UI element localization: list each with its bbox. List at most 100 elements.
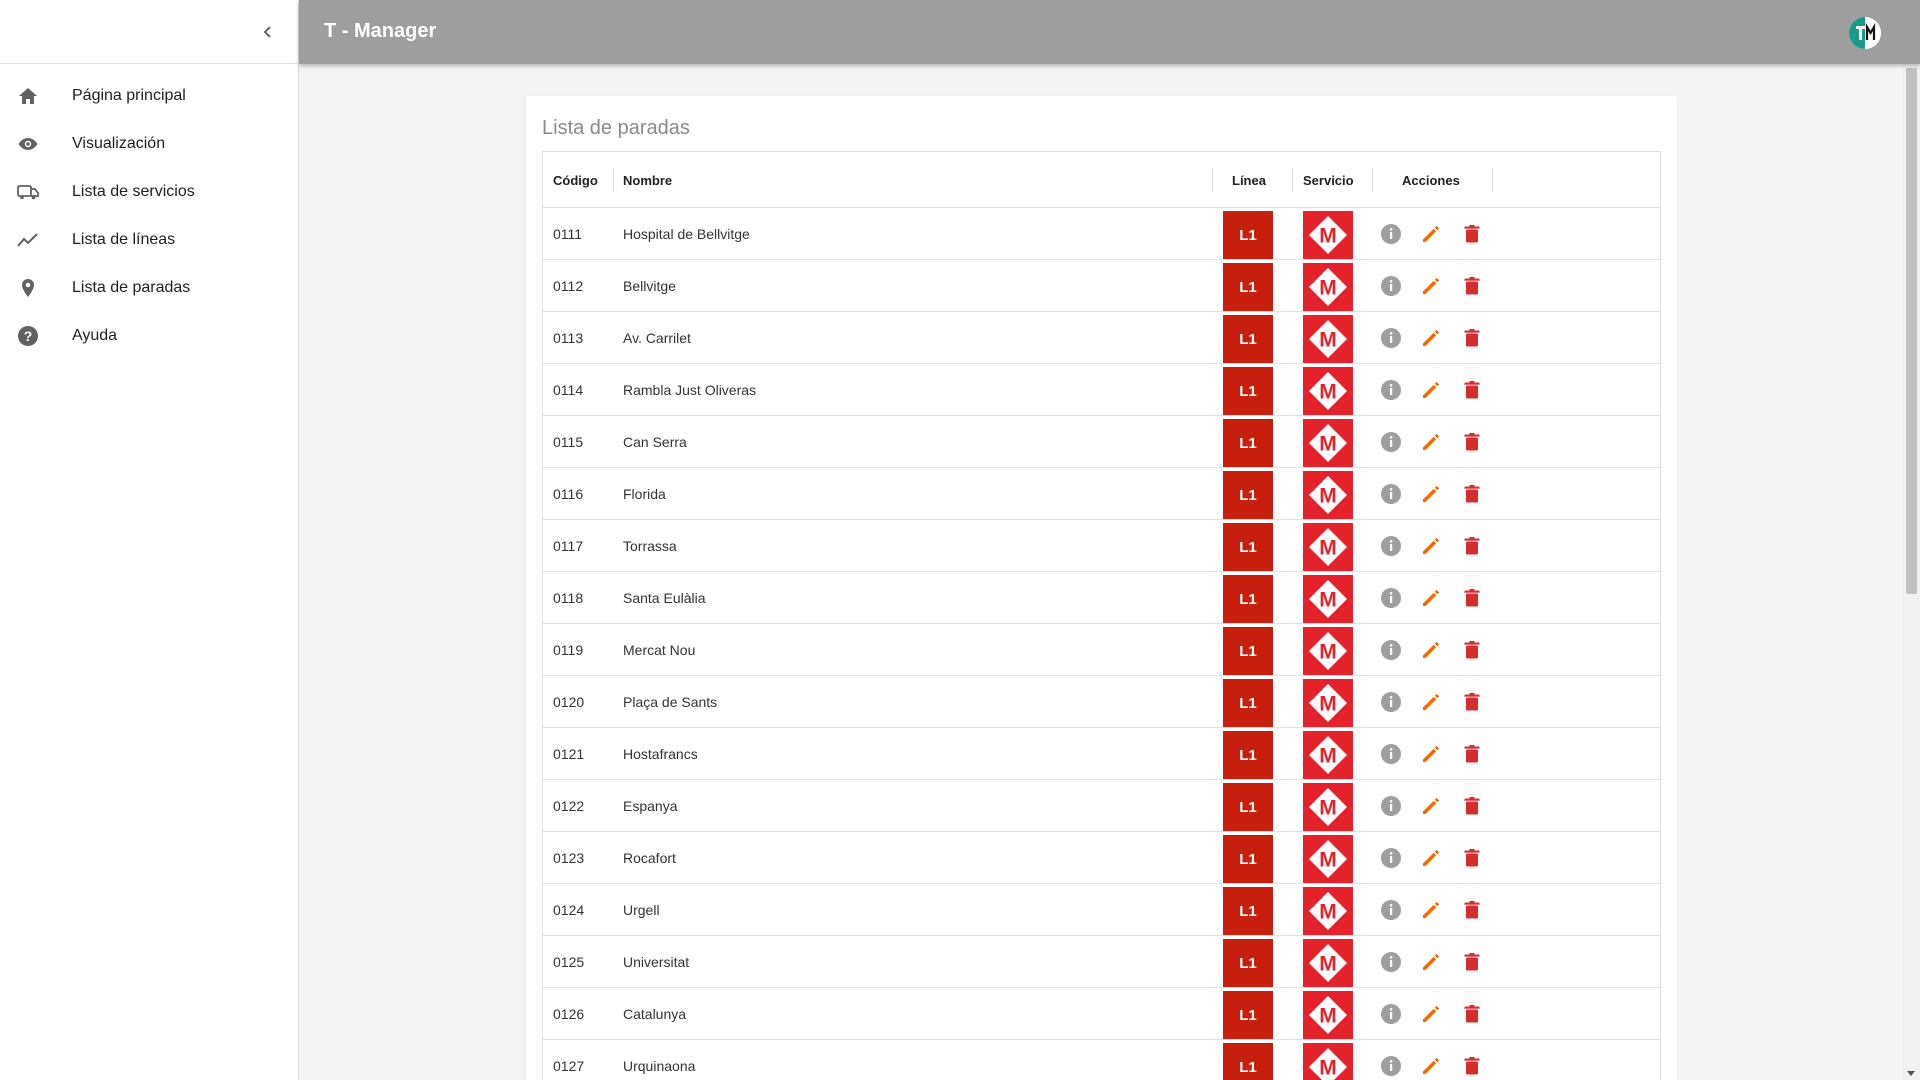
stop-name: Santa Eulàlia — [623, 590, 706, 606]
vertical-scrollbar[interactable] — [1903, 64, 1920, 1080]
service-letter: M — [1319, 693, 1337, 716]
column-header-code[interactable]: Código — [553, 152, 598, 208]
metro-service-icon: M — [1303, 523, 1353, 571]
info-button[interactable] — [1379, 1054, 1403, 1078]
scroll-down-arrow-icon[interactable] — [1907, 1071, 1915, 1076]
scrollbar-thumb[interactable] — [1906, 68, 1917, 594]
info-button[interactable] — [1379, 326, 1403, 350]
column-header-service[interactable]: Servicio — [1303, 152, 1354, 208]
edit-button[interactable] — [1419, 950, 1443, 974]
edit-button[interactable] — [1419, 586, 1443, 610]
info-icon — [1381, 224, 1401, 244]
info-button[interactable] — [1379, 950, 1403, 974]
delete-button[interactable] — [1460, 222, 1484, 246]
info-button[interactable] — [1379, 274, 1403, 298]
delete-button[interactable] — [1460, 378, 1484, 402]
info-icon — [1381, 380, 1401, 400]
sidebar-item-lista-de-servicios[interactable]: Lista de servicios — [0, 168, 298, 216]
table-row: 0124 Urgell L1 M — [543, 884, 1660, 936]
delete-button[interactable] — [1460, 586, 1484, 610]
delete-button[interactable] — [1460, 534, 1484, 558]
info-button[interactable] — [1379, 638, 1403, 662]
edit-button[interactable] — [1419, 534, 1443, 558]
edit-button[interactable] — [1419, 482, 1443, 506]
stop-code: 0118 — [553, 590, 584, 606]
info-button[interactable] — [1379, 586, 1403, 610]
stop-code: 0124 — [553, 902, 585, 918]
delete-button[interactable] — [1460, 846, 1484, 870]
edit-button[interactable] — [1419, 378, 1443, 402]
info-button[interactable] — [1379, 898, 1403, 922]
info-button[interactable] — [1379, 794, 1403, 818]
delete-button[interactable] — [1460, 690, 1484, 714]
column-header-line[interactable]: Línea — [1232, 152, 1266, 208]
edit-button[interactable] — [1419, 430, 1443, 454]
delete-button[interactable] — [1460, 638, 1484, 662]
line-badge: L1 — [1223, 627, 1273, 675]
edit-button[interactable] — [1419, 274, 1443, 298]
svg-text:?: ? — [24, 328, 33, 344]
info-button[interactable] — [1379, 846, 1403, 870]
info-button[interactable] — [1379, 378, 1403, 402]
edit-button[interactable] — [1419, 222, 1443, 246]
sidebar-item-lista-de-paradas[interactable]: Lista de paradas — [0, 264, 298, 312]
service-letter: M — [1319, 797, 1337, 820]
delete-button[interactable] — [1460, 1002, 1484, 1026]
edit-button[interactable] — [1419, 690, 1443, 714]
stop-code: 0112 — [553, 278, 584, 294]
sidebar-item-visualizacion[interactable]: Visualización — [0, 120, 298, 168]
pencil-icon — [1423, 1057, 1440, 1074]
trash-icon — [1464, 381, 1480, 399]
trash-icon — [1464, 277, 1480, 295]
delete-button[interactable] — [1460, 742, 1484, 766]
pencil-icon — [1423, 953, 1440, 970]
info-button[interactable] — [1379, 690, 1403, 714]
edit-button[interactable] — [1419, 326, 1443, 350]
metro-service-icon: M — [1303, 991, 1353, 1039]
line-badge: L1 — [1223, 471, 1273, 519]
eye-icon — [16, 132, 40, 156]
edit-button[interactable] — [1419, 846, 1443, 870]
info-button[interactable] — [1379, 430, 1403, 454]
delete-button[interactable] — [1460, 482, 1484, 506]
stop-name: Mercat Nou — [623, 642, 696, 658]
stops-card: Lista de paradas Código Nombre Línea Ser… — [526, 96, 1677, 1080]
pencil-icon — [1423, 641, 1440, 658]
line-badge: L1 — [1223, 211, 1273, 259]
delete-button[interactable] — [1460, 326, 1484, 350]
trash-icon — [1464, 433, 1480, 451]
sidebar-item-pagina-principal[interactable]: Página principal — [0, 72, 298, 120]
sidebar-item-label: Lista de paradas — [72, 279, 191, 296]
edit-button[interactable] — [1419, 1002, 1443, 1026]
edit-button[interactable] — [1419, 794, 1443, 818]
table-row: 0116 Florida L1 M — [543, 468, 1660, 520]
user-avatar[interactable] — [1848, 16, 1882, 50]
sidebar-item-lista-de-lineas[interactable]: Lista de líneas — [0, 216, 298, 264]
stops-table: Código Nombre Línea Servicio Acciones 01… — [542, 151, 1661, 1080]
edit-button[interactable] — [1419, 898, 1443, 922]
table-row: 0126 Catalunya L1 M — [543, 988, 1660, 1040]
delete-button[interactable] — [1460, 274, 1484, 298]
edit-button[interactable] — [1419, 742, 1443, 766]
column-header-name[interactable]: Nombre — [623, 152, 672, 208]
info-button[interactable] — [1379, 222, 1403, 246]
info-button[interactable] — [1379, 534, 1403, 558]
line-badge: L1 — [1223, 263, 1273, 311]
delete-button[interactable] — [1460, 1054, 1484, 1078]
delete-button[interactable] — [1460, 430, 1484, 454]
info-button[interactable] — [1379, 1002, 1403, 1026]
stop-name: Hostafrancs — [623, 746, 698, 762]
column-divider — [1492, 168, 1493, 192]
info-button[interactable] — [1379, 482, 1403, 506]
table-row: 0114 Rambla Just Oliveras L1 M — [543, 364, 1660, 416]
edit-button[interactable] — [1419, 1054, 1443, 1078]
sidebar-item-ayuda[interactable]: ? Ayuda — [0, 312, 298, 360]
collapse-sidebar-button[interactable] — [256, 20, 280, 44]
edit-button[interactable] — [1419, 638, 1443, 662]
info-button[interactable] — [1379, 742, 1403, 766]
delete-button[interactable] — [1460, 898, 1484, 922]
delete-button[interactable] — [1460, 794, 1484, 818]
metro-service-icon: M — [1303, 315, 1353, 363]
table-row: 0111 Hospital de Bellvitge L1 M — [543, 208, 1660, 260]
delete-button[interactable] — [1460, 950, 1484, 974]
